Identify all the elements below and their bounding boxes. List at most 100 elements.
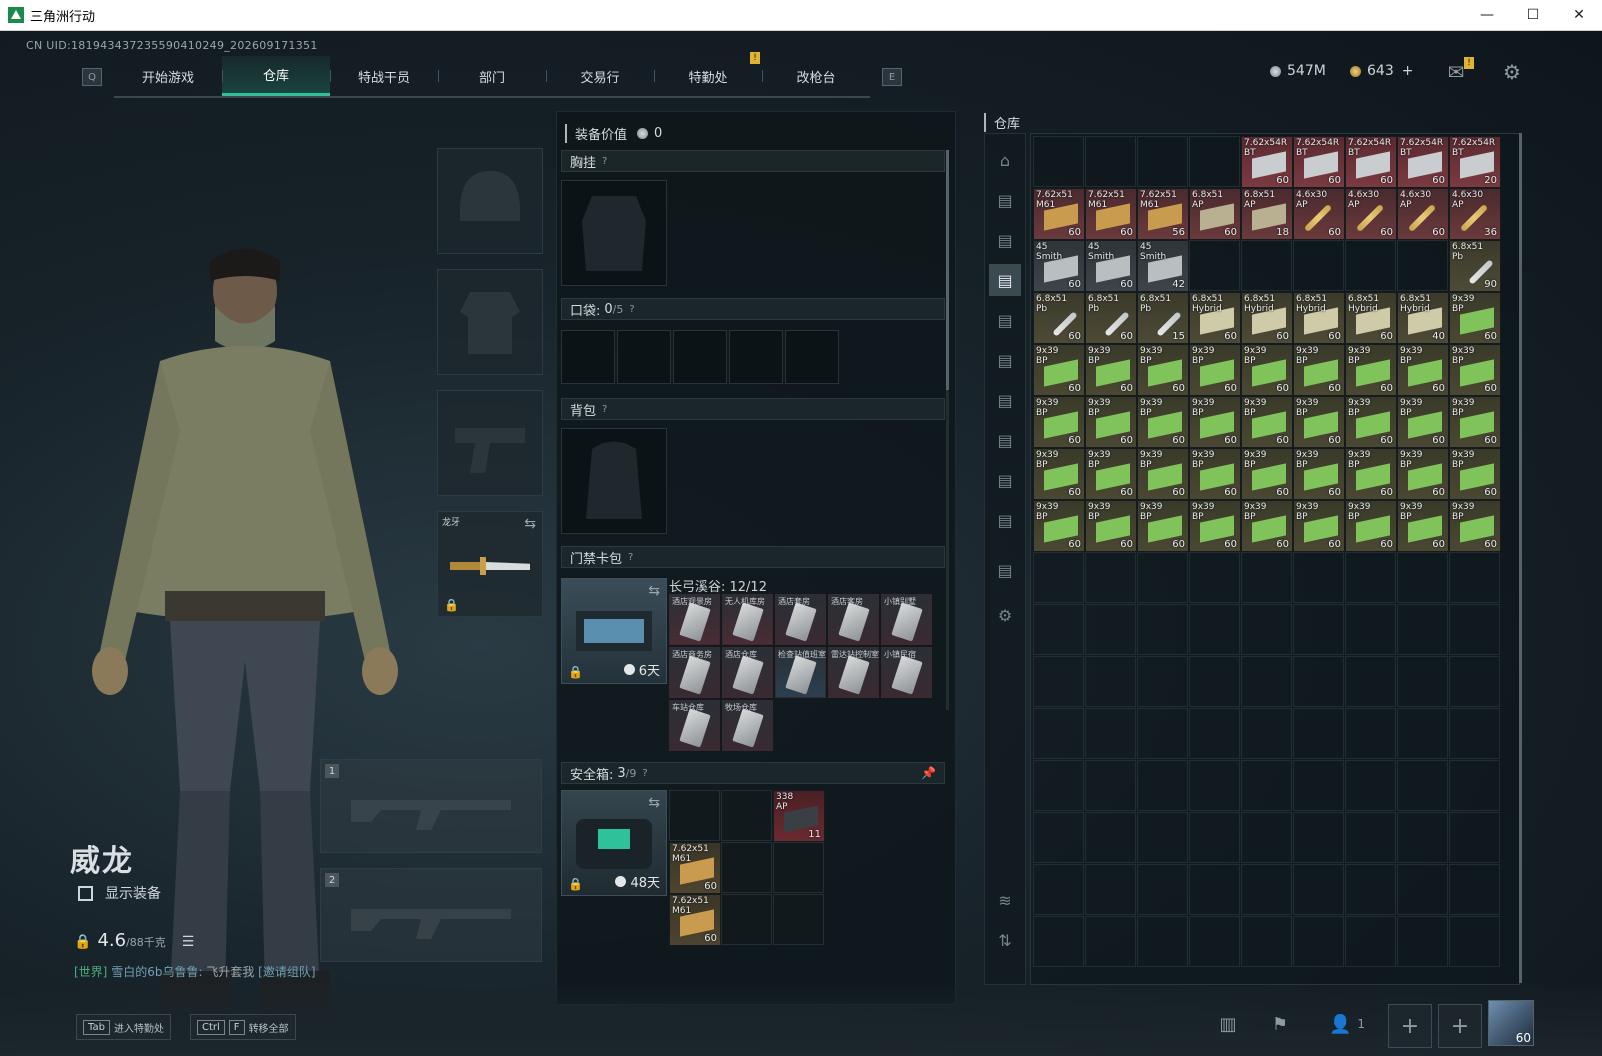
- warehouse-item[interactable]: 9x39 BP 60: [1449, 500, 1501, 552]
- warehouse-item[interactable]: 4.6x30 AP 36: [1449, 188, 1501, 240]
- warehouse-item[interactable]: 9x39 BP 60: [1033, 500, 1085, 552]
- warehouse-item[interactable]: 9x39 BP 60: [1137, 500, 1189, 552]
- warehouse-item[interactable]: 7.62x54R BT 60: [1345, 136, 1397, 188]
- equipment-scrollbar[interactable]: [946, 150, 949, 710]
- tab-department[interactable]: 部门: [438, 56, 546, 96]
- warehouse-cell[interactable]: [1033, 604, 1084, 655]
- safe-box-cell[interactable]: [773, 894, 824, 945]
- keycard-case-slot[interactable]: ⇆ 🔒 6天: [561, 578, 667, 684]
- warehouse-cell[interactable]: [1241, 656, 1292, 707]
- warehouse-cell[interactable]: [1293, 708, 1344, 759]
- warehouse-cell[interactable]: [1397, 864, 1448, 915]
- warehouse-cell[interactable]: [1293, 604, 1344, 655]
- warehouse-item[interactable]: 9x39 BP 60: [1137, 396, 1189, 448]
- helmet-slot[interactable]: [437, 148, 543, 254]
- help-icon[interactable]: ?: [602, 404, 607, 415]
- warehouse-cell[interactable]: [1137, 552, 1188, 603]
- category-2-icon[interactable]: ▤: [989, 224, 1021, 256]
- warehouse-item[interactable]: 6.8x51 Hybrid 60: [1345, 292, 1397, 344]
- transfer-all-hotkey[interactable]: Ctrl F 转移全部: [190, 1014, 296, 1040]
- warehouse-cell[interactable]: [1241, 760, 1292, 811]
- warehouse-cell[interactable]: [1033, 760, 1084, 811]
- warehouse-item[interactable]: 7.62x51 M61 60: [1033, 188, 1085, 240]
- settings-gear-icon[interactable]: ⚙: [1500, 60, 1524, 84]
- warehouse-cell[interactable]: [1085, 812, 1136, 863]
- warehouse-item[interactable]: 9x39 BP 60: [1293, 396, 1345, 448]
- warehouse-cell[interactable]: [1449, 552, 1500, 603]
- warehouse-cell[interactable]: [1137, 760, 1188, 811]
- warehouse-cell[interactable]: [1449, 916, 1500, 967]
- warehouse-item[interactable]: 9x39 BP 60: [1189, 448, 1241, 500]
- warehouse-item[interactable]: 9x39 BP 60: [1293, 344, 1345, 396]
- player-avatar[interactable]: 60: [1488, 1000, 1534, 1046]
- warehouse-item[interactable]: 45 Smith 42: [1137, 240, 1189, 292]
- warehouse-item[interactable]: 9x39 BP 60: [1345, 396, 1397, 448]
- warehouse-item[interactable]: 45 Smith 60: [1033, 240, 1085, 292]
- safe-box-cell[interactable]: [773, 842, 824, 893]
- swap-icon[interactable]: ⇆: [648, 583, 660, 599]
- warehouse-cell[interactable]: [1085, 656, 1136, 707]
- flag-icon[interactable]: ⚑: [1266, 1010, 1294, 1038]
- show-equipment-toggle[interactable]: 显示装备: [78, 883, 161, 903]
- warehouse-cell[interactable]: [1085, 552, 1136, 603]
- warehouse-cell[interactable]: [1137, 136, 1188, 187]
- warehouse-cell[interactable]: [1033, 864, 1084, 915]
- warehouse-cell[interactable]: [1241, 812, 1292, 863]
- warehouse-item[interactable]: 7.62x54R BT 60: [1293, 136, 1345, 188]
- warehouse-item[interactable]: 9x39 BP 60: [1241, 500, 1293, 552]
- scrollbar-thumb[interactable]: [946, 150, 949, 390]
- keycard-item[interactable]: 酒店客房: [828, 594, 879, 645]
- warehouse-item[interactable]: 9x39 BP 60: [1449, 396, 1501, 448]
- category-4-icon[interactable]: ▤: [989, 304, 1021, 336]
- warehouse-cell[interactable]: [1085, 864, 1136, 915]
- warehouse-cell[interactable]: [1033, 708, 1084, 759]
- warehouse-cell[interactable]: [1189, 604, 1240, 655]
- show-equipment-checkbox[interactable]: [78, 885, 93, 901]
- warehouse-item[interactable]: 7.62x54R BT 60: [1397, 136, 1449, 188]
- warehouse-cell[interactable]: [1137, 604, 1188, 655]
- warehouse-item[interactable]: 9x39 BP 60: [1449, 292, 1501, 344]
- warehouse-cell[interactable]: [1189, 656, 1240, 707]
- warehouse-item[interactable]: 6.8x51 Pb 15: [1137, 292, 1189, 344]
- settings-gear-icon[interactable]: ⚙: [989, 599, 1021, 631]
- swap-icon[interactable]: ⇆: [648, 795, 660, 811]
- warehouse-item[interactable]: 4.6x30 AP 60: [1293, 188, 1345, 240]
- category-3-icon[interactable]: ▤: [989, 264, 1021, 296]
- warehouse-item[interactable]: 9x39 BP 60: [1241, 396, 1293, 448]
- keycard-item[interactable]: 雷达站控制室: [828, 647, 879, 698]
- sort-icon[interactable]: ⇅: [989, 924, 1021, 956]
- warehouse-item[interactable]: 4.6x30 AP 60: [1397, 188, 1449, 240]
- melee-slot[interactable]: 龙牙 ⇆ 🔒: [437, 511, 543, 617]
- invite-slot-button[interactable]: +: [1388, 1004, 1432, 1048]
- warehouse-cell[interactable]: [1189, 760, 1240, 811]
- warehouse-cell[interactable]: [1137, 916, 1188, 967]
- warehouse-cell[interactable]: [1345, 656, 1396, 707]
- enter-special-ops-hotkey[interactable]: Tab 进入特勤处: [76, 1014, 171, 1040]
- warehouse-item[interactable]: 9x39 BP 60: [1189, 344, 1241, 396]
- warehouse-cell[interactable]: [1293, 760, 1344, 811]
- warehouse-cell[interactable]: [1345, 552, 1396, 603]
- warehouse-cell[interactable]: [1345, 812, 1396, 863]
- warehouse-item[interactable]: 7.62x54R BT 20: [1449, 136, 1501, 188]
- warehouse-cell[interactable]: [1189, 240, 1240, 291]
- keycard-item[interactable]: 酒店商务房: [669, 647, 720, 698]
- category-1-icon[interactable]: ▤: [989, 184, 1021, 216]
- warehouse-cell[interactable]: [1345, 916, 1396, 967]
- warehouse-item[interactable]: 6.8x51 Hybrid 60: [1241, 292, 1293, 344]
- warehouse-cell[interactable]: [1345, 864, 1396, 915]
- warehouse-item[interactable]: 9x39 BP 60: [1293, 500, 1345, 552]
- chat-invite-link[interactable]: [邀请组队]: [258, 965, 315, 979]
- keycard-item[interactable]: 小镇别墅: [881, 594, 932, 645]
- help-icon[interactable]: ?: [628, 552, 633, 563]
- warehouse-item[interactable]: 9x39 BP 60: [1345, 500, 1397, 552]
- warehouse-item[interactable]: 6.8x51 Hybrid 40: [1397, 292, 1449, 344]
- warehouse-item[interactable]: 6.8x51 AP 18: [1241, 188, 1293, 240]
- warehouse-cell[interactable]: [1189, 552, 1240, 603]
- pocket-slot[interactable]: [617, 330, 671, 384]
- warehouse-cell[interactable]: [1449, 812, 1500, 863]
- warehouse-item[interactable]: 9x39 BP 60: [1085, 344, 1137, 396]
- backpack-slot[interactable]: [561, 428, 667, 534]
- help-icon[interactable]: ?: [642, 768, 647, 779]
- warehouse-item[interactable]: 9x39 BP 60: [1033, 396, 1085, 448]
- warehouse-cell[interactable]: [1397, 656, 1448, 707]
